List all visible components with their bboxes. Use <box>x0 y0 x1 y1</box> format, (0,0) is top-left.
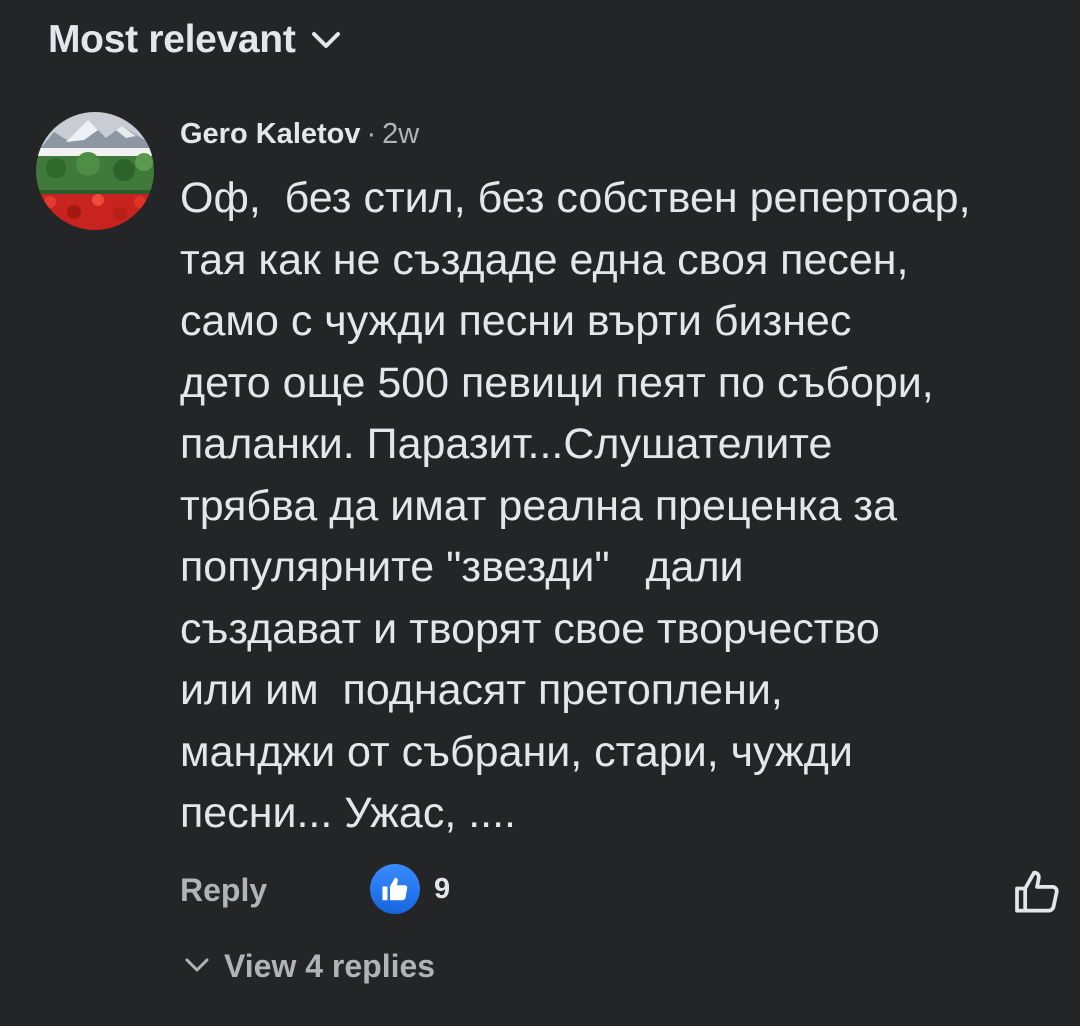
view-replies-label: View 4 replies <box>224 948 436 984</box>
reaction-count: 9 <box>434 872 451 905</box>
chevron-down-icon <box>308 22 344 58</box>
chevron-down-icon <box>182 949 212 984</box>
sort-label: Most relevant <box>48 18 296 61</box>
meta-separator: · <box>366 118 377 150</box>
comment-meta: Gero Kaletov · 2w <box>180 112 1050 156</box>
thumbs-up-outline-icon[interactable] <box>1010 864 1066 920</box>
reaction-summary[interactable]: 9 <box>370 864 450 914</box>
avatar[interactable] <box>36 112 154 230</box>
view-replies-button[interactable]: View 4 replies <box>182 948 435 985</box>
comment-timestamp[interactable]: 2w <box>382 112 419 156</box>
like-reaction-icon <box>370 864 420 914</box>
comment-author[interactable]: Gero Kaletov <box>180 112 361 156</box>
comment-text: Оф, без стил, без собствен репертоар, та… <box>180 174 971 837</box>
comment-actions: Reply 9 <box>180 864 1059 920</box>
sort-dropdown[interactable]: Most relevant <box>48 18 344 62</box>
comment-body: Gero Kaletov · 2w Оф, без стил, без собс… <box>180 112 1050 845</box>
reply-button[interactable]: Reply <box>180 872 267 909</box>
